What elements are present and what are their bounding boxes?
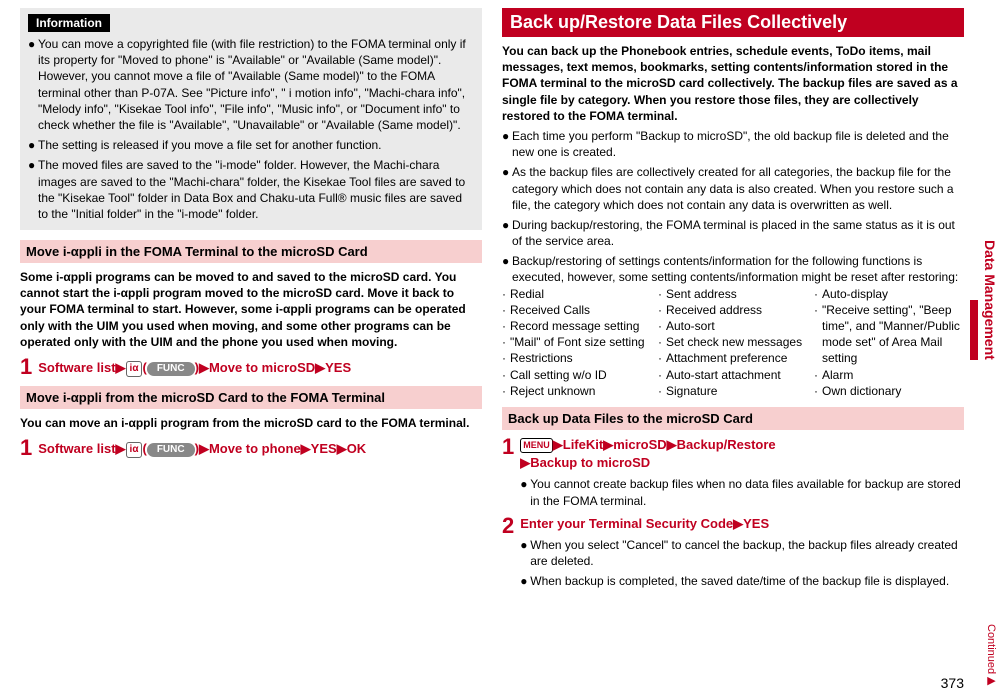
list-item: ·Alarm [814, 367, 964, 383]
info-bullet: ●The moved files are saved to the "i-mod… [28, 157, 474, 222]
side-tab-bar [970, 300, 978, 360]
step-row: 1 Software list▶iα(FUNC)▶Move to phone▶Y… [20, 437, 482, 459]
menu-key-icon: MENU [520, 438, 553, 453]
main-heading: Back up/Restore Data Files Collectively [502, 8, 964, 37]
func-pill: FUNC [147, 362, 195, 376]
iappli-key-icon: iα [126, 361, 143, 377]
section-heading: Back up Data Files to the microSD Card [502, 407, 964, 430]
step-note: ●When you select "Cancel" to cancel the … [520, 537, 964, 569]
step-number: 1 [20, 356, 32, 378]
list-item: ·Call setting w/o ID [502, 367, 652, 383]
body-bullet: ●Backup/restoring of settings contents/i… [502, 253, 964, 285]
list-item: ·Auto-sort [658, 318, 808, 334]
step-instruction: Software list▶iα(FUNC)▶Move to microSD▶Y… [38, 356, 351, 377]
step-instruction: MENU▶LifeKit▶microSD▶Backup/Restore ▶Bac… [520, 436, 964, 472]
func-pill: FUNC [147, 443, 195, 457]
step-instruction: Enter your Terminal Security Code▶YES [520, 515, 964, 533]
body-bullet: ●During backup/restoring, the FOMA termi… [502, 217, 964, 249]
settings-list: ·Redial ·Received Calls ·Record message … [502, 286, 964, 399]
list-item: ·Reject unknown [502, 383, 652, 399]
list-item: ·Auto-display [814, 286, 964, 302]
section-heading: Move i-αppli in the FOMA Terminal to the… [20, 240, 482, 263]
right-column: Back up/Restore Data Files Collectively … [502, 8, 964, 595]
step-row: 2 Enter your Terminal Security Code▶YES … [502, 515, 964, 590]
step-note: ●You cannot create backup files when no … [520, 476, 964, 508]
body-bullet: ●As the backup files are collectively cr… [502, 164, 964, 213]
left-column: Information ●You can move a copyrighted … [20, 8, 482, 595]
page-number: 373 [941, 675, 964, 691]
list-item: ·Attachment preference [658, 350, 808, 366]
step-number: 1 [20, 437, 32, 459]
list-item: ·Own dictionary [814, 383, 964, 399]
step-row: 1 Software list▶iα(FUNC)▶Move to microSD… [20, 356, 482, 378]
list-item: ·"Mail" of Font size setting [502, 334, 652, 350]
list-item: ·Received address [658, 302, 808, 318]
step-instruction: Software list▶iα(FUNC)▶Move to phone▶YES… [38, 437, 366, 458]
section-paragraph: You can move an i-αppli program from the… [20, 415, 482, 431]
step-row: 1 MENU▶LifeKit▶microSD▶Backup/Restore ▶B… [502, 436, 964, 509]
list-item: ·Redial [502, 286, 652, 302]
list-item: ·Received Calls [502, 302, 652, 318]
information-box: Information ●You can move a copyrighted … [20, 8, 482, 230]
body-bullet: ●Each time you perform "Backup to microS… [502, 128, 964, 160]
list-item: ·Restrictions [502, 350, 652, 366]
list-item: ·Record message setting [502, 318, 652, 334]
list-item: ·Set check new messages [658, 334, 808, 350]
info-bullet: ●The setting is released if you move a f… [28, 137, 474, 153]
list-item: ·"Receive setting", "Beep time", and "Ma… [814, 302, 964, 367]
side-tab-label: Data Management [982, 240, 998, 360]
section-heading: Move i-αppli from the microSD Card to th… [20, 386, 482, 409]
information-badge: Information [28, 14, 110, 32]
section-paragraph: Some i-αppli programs can be moved to an… [20, 269, 482, 350]
step-number: 2 [502, 515, 514, 537]
intro-paragraph: You can back up the Phonebook entries, s… [502, 43, 964, 124]
step-number: 1 [502, 436, 514, 458]
continued-label: Continued▶ [985, 624, 998, 687]
list-item: ·Signature [658, 383, 808, 399]
info-bullet: ●You can move a copyrighted file (with f… [28, 36, 474, 133]
iappli-key-icon: iα [126, 442, 143, 458]
step-note: ●When backup is completed, the saved dat… [520, 573, 964, 589]
list-item: ·Auto-start attachment [658, 367, 808, 383]
list-item: ·Sent address [658, 286, 808, 302]
